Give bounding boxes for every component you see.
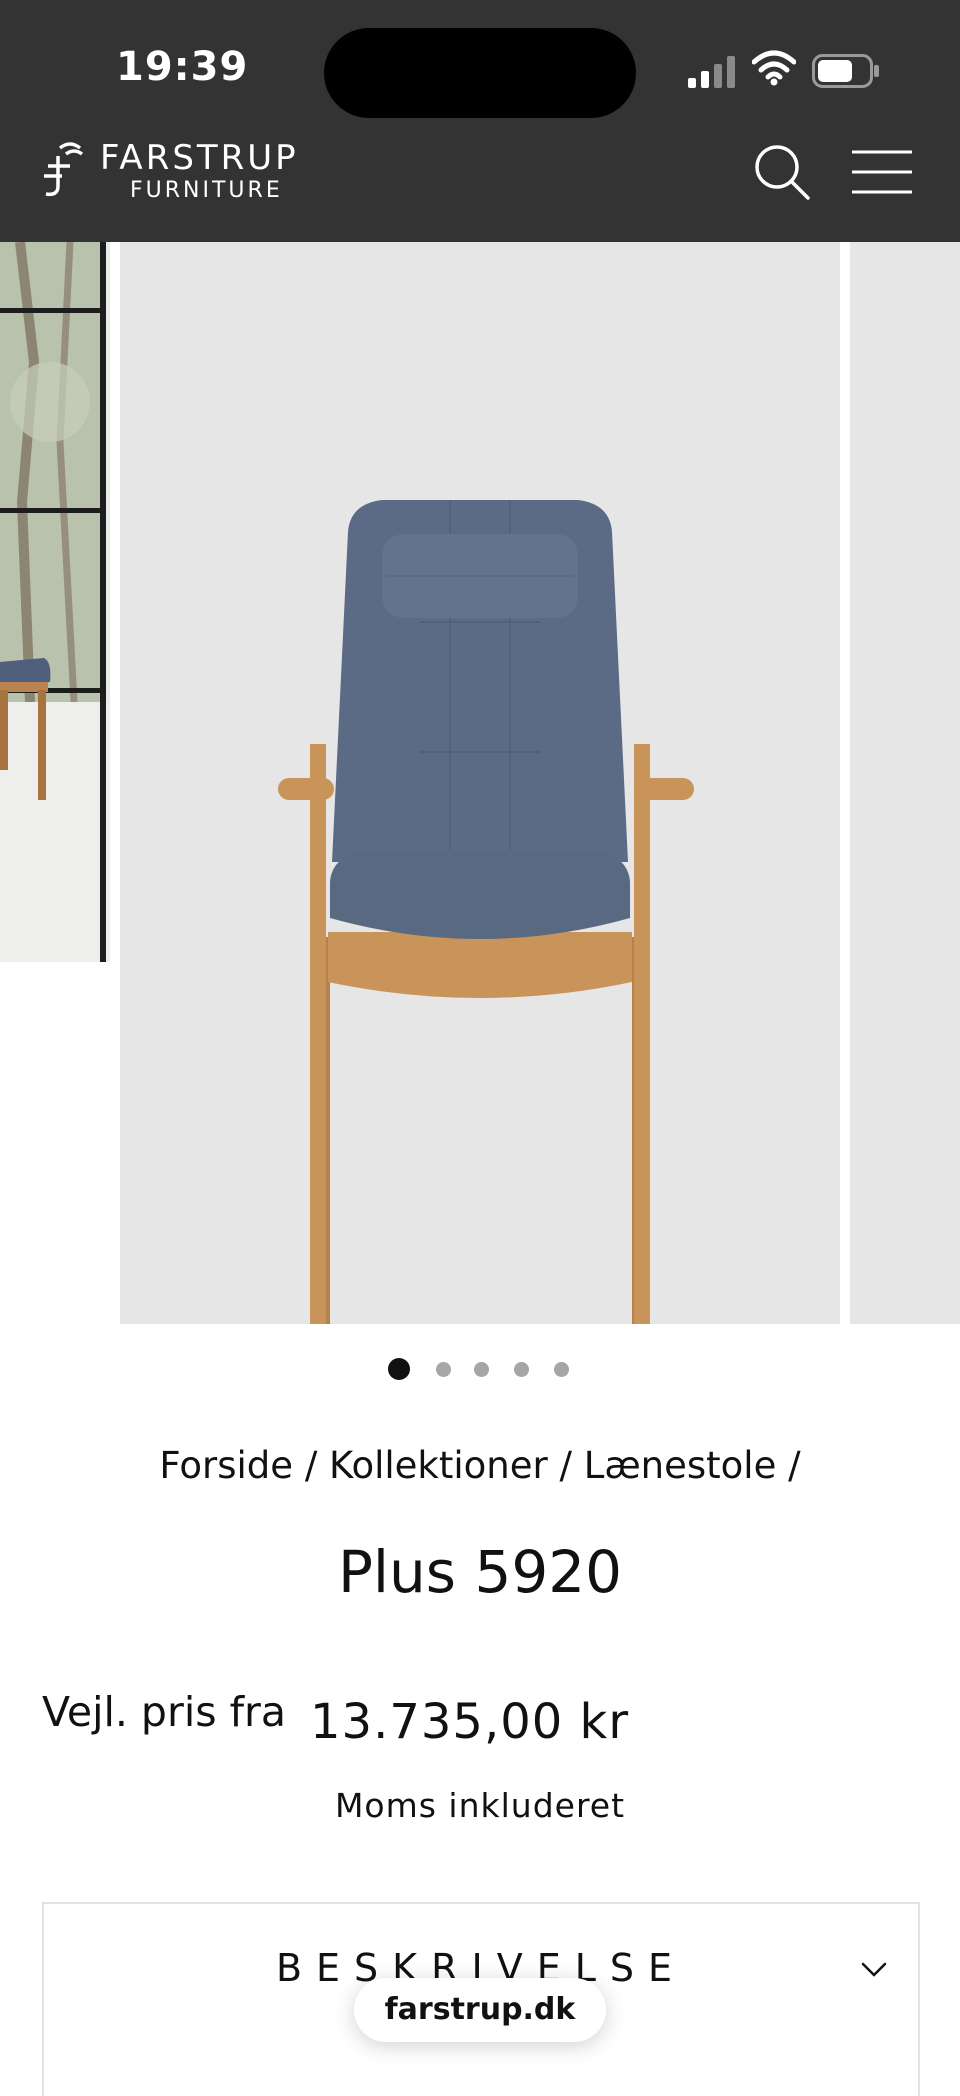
breadcrumb-separator: / [788, 1444, 801, 1487]
gallery-slide-next[interactable] [850, 242, 960, 1324]
brand-subtitle: FURNITURE [130, 178, 283, 203]
farstrup-logo-icon [44, 142, 84, 197]
gallery-slide-active[interactable] [120, 242, 934, 1324]
gallery-pagination [388, 1358, 588, 1382]
brand-name: FARSTRUP [100, 138, 299, 178]
battery-icon [812, 54, 879, 88]
pagination-dot-4[interactable] [514, 1362, 529, 1377]
product-gallery[interactable] [0, 242, 960, 1324]
menu-icon[interactable] [850, 148, 914, 196]
breadcrumb-collections[interactable]: Kollektioner [329, 1444, 548, 1487]
pagination-dot-1[interactable] [388, 1358, 410, 1380]
breadcrumb-separator: / [304, 1444, 330, 1487]
product-title: Plus 5920 [337, 1538, 623, 1606]
site-header: 19:39 FARSTRUP FURNITURE [0, 0, 960, 242]
armchair-image [278, 500, 694, 1324]
browser-url-pill[interactable]: farstrup.dk [354, 1978, 606, 2042]
next-accordion-section[interactable] [42, 2036, 920, 2096]
dynamic-island [324, 28, 636, 118]
product-price: 13.735,00 kr [310, 1694, 630, 1750]
brand-logo[interactable]: FARSTRUP FURNITURE [40, 136, 320, 203]
breadcrumb: Forside / Kollektioner / Lænestole / [0, 1444, 960, 1487]
signal-icon [688, 56, 735, 88]
search-icon[interactable] [752, 142, 812, 202]
pagination-dot-3[interactable] [474, 1362, 489, 1377]
status-time: 19:39 [116, 44, 249, 90]
breadcrumb-armchairs[interactable]: Lænestole [584, 1444, 777, 1487]
room-photo [0, 242, 110, 962]
pagination-dot-5[interactable] [554, 1362, 569, 1377]
gallery-slide-previous[interactable] [0, 242, 110, 962]
wifi-icon [752, 50, 796, 86]
chevron-down-icon [861, 1962, 887, 1977]
breadcrumb-separator: / [559, 1444, 584, 1487]
price-label: Vejl. pris fra [42, 1688, 287, 1736]
vat-note: Moms inkluderet [334, 1786, 626, 1825]
pagination-dot-2[interactable] [436, 1362, 451, 1377]
breadcrumb-home[interactable]: Forside [159, 1444, 293, 1487]
